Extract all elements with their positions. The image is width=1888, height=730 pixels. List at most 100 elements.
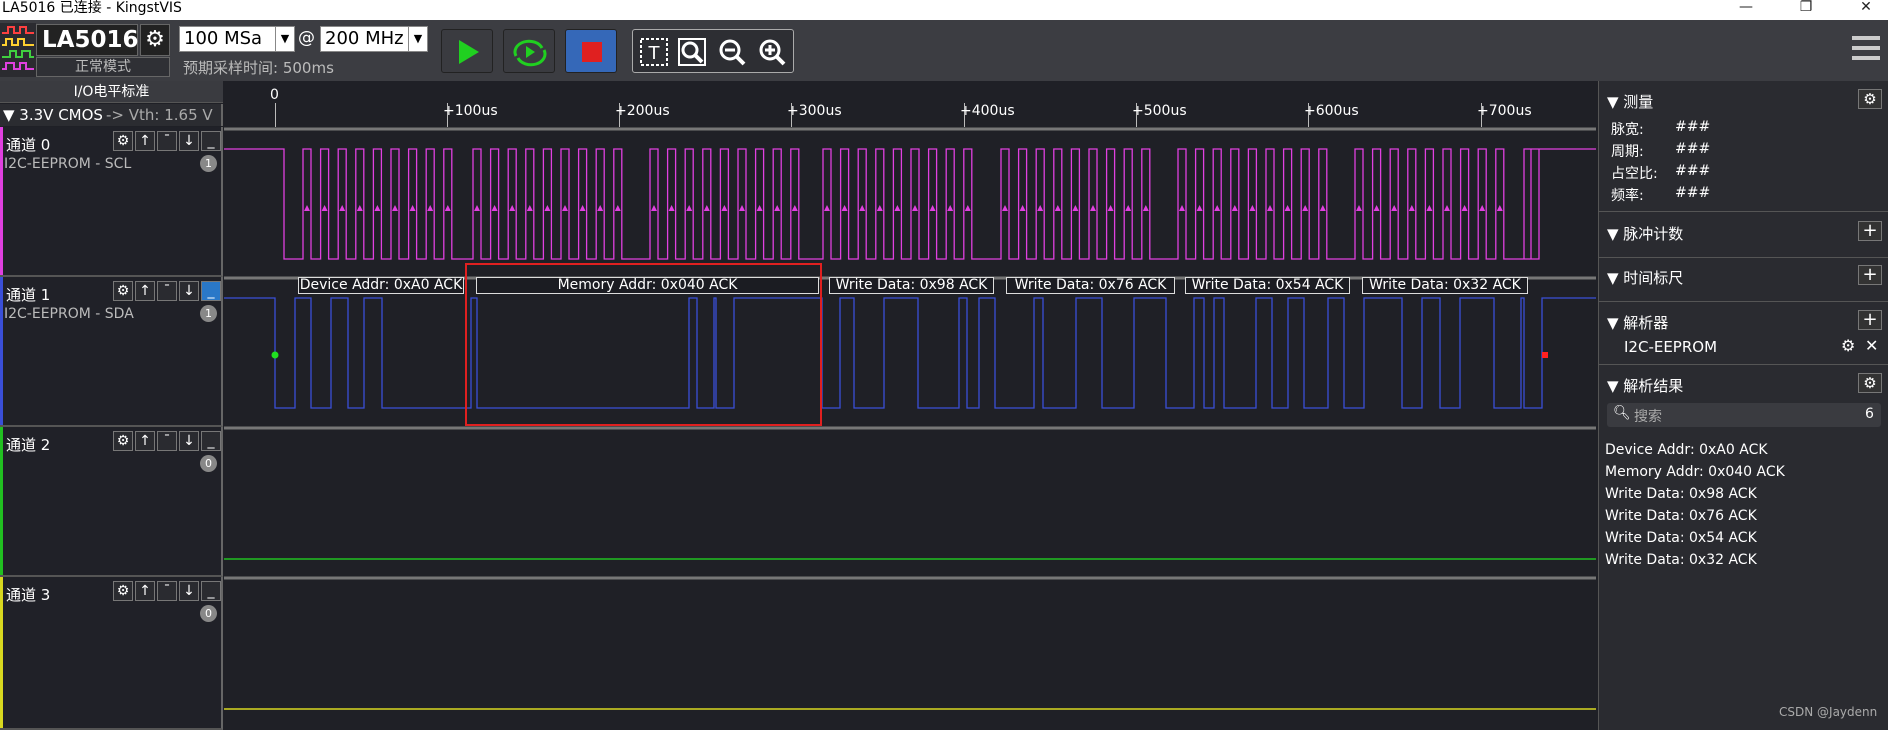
zoom-in-icon[interactable] — [757, 37, 787, 67]
result-item[interactable]: Device Addr: 0xA0 ACK — [1605, 442, 1768, 458]
result-item[interactable]: Write Data: 0x76 ACK — [1605, 508, 1757, 524]
channel-1-panel[interactable]: 通道 1 I2C-EEPROM - SDA ⚙ ↑ ¯ ↓ _ 1 — [0, 277, 223, 427]
ruler-zero: 0 — [270, 87, 279, 103]
add-time-ruler-button[interactable]: + — [1858, 265, 1882, 285]
rising-edge-trigger-icon[interactable]: ↑ — [135, 281, 155, 301]
device-mode: 正常模式 — [36, 57, 170, 77]
result-item[interactable]: Memory Addr: 0x040 ACK — [1605, 464, 1785, 480]
chevron-down-icon: ▼ — [275, 27, 294, 51]
restore-button[interactable]: ❐ — [1786, 0, 1826, 18]
right-panel: ▼ 测量 ⚙ 脉宽: ### 周期: ### 占空比: ### 频率: ### … — [1598, 81, 1888, 730]
high-level-trigger-icon[interactable]: ¯ — [157, 131, 177, 151]
results-section-title[interactable]: ▼ 解析结果 — [1607, 375, 1683, 396]
zoom-out-icon[interactable] — [717, 37, 747, 67]
decode-label[interactable]: Memory Addr: 0x040 ACK — [476, 277, 819, 294]
title-bar: LA5016 已连接 - KingstVIS — ❐ ✕ — [0, 0, 1888, 20]
falling-edge-trigger-icon[interactable]: ↓ — [179, 431, 199, 451]
close-button[interactable]: ✕ — [1846, 0, 1886, 18]
sample-time-label: 预期采样时间: 500ms — [183, 59, 334, 77]
channel-badge: 1 — [200, 155, 217, 172]
low-level-trigger-icon[interactable]: _ — [201, 281, 221, 301]
result-item[interactable]: Write Data: 0x98 ACK — [1605, 486, 1757, 502]
falling-edge-trigger-icon[interactable]: ↓ — [179, 281, 199, 301]
analyzer-section-title[interactable]: ▼ 解析器 — [1607, 312, 1668, 333]
sample-rate-select[interactable]: 200 MHz ▼ — [320, 26, 428, 52]
window-title: LA5016 已连接 - KingstVIS — [2, 0, 182, 16]
channel-name: 通道 2 — [6, 436, 51, 454]
channel-settings-gear-icon[interactable]: ⚙ — [113, 431, 133, 451]
analyzer-settings-gear-icon[interactable]: ⚙ — [1841, 336, 1855, 355]
loop-start-button[interactable] — [503, 29, 555, 73]
pulse-count-section-title[interactable]: ▼ 脉冲计数 — [1607, 223, 1683, 244]
channel-0-panel[interactable]: 通道 0 I2C-EEPROM - SCL ⚙ ↑ ¯ ↓ _ 1 — [0, 127, 223, 277]
ruler-tick: +300us — [787, 103, 842, 119]
ruler-tick: +400us — [960, 103, 1015, 119]
zoom-area-icon[interactable] — [677, 37, 707, 67]
measure-value: ### — [1675, 163, 1711, 179]
channel-protocol: I2C-EEPROM - SCL — [4, 156, 132, 172]
ruler-tick: +100us — [443, 103, 498, 119]
device-name: LA5016 — [36, 24, 138, 56]
decode-label[interactable]: Write Data: 0x54 ACK — [1185, 277, 1350, 294]
result-item[interactable]: Write Data: 0x54 ACK — [1605, 530, 1757, 546]
play-icon — [459, 40, 479, 64]
channel-settings-gear-icon[interactable]: ⚙ — [113, 131, 133, 151]
channel-settings-gear-icon[interactable]: ⚙ — [113, 281, 133, 301]
ruler-tick: +600us — [1304, 103, 1359, 119]
result-item[interactable]: Write Data: 0x32 ACK — [1605, 552, 1757, 568]
measure-value: ### — [1675, 141, 1711, 157]
rising-edge-trigger-icon[interactable]: ↑ — [135, 131, 155, 151]
stop-button[interactable] — [565, 29, 617, 73]
waveform-area[interactable] — [224, 127, 1596, 730]
low-level-trigger-icon[interactable]: _ — [201, 131, 221, 151]
measure-section-title[interactable]: ▼ 测量 — [1607, 91, 1653, 112]
end-marker — [1542, 352, 1548, 358]
chevron-down-icon: ▼ — [408, 27, 427, 51]
ruler-tick: +700us — [1477, 103, 1532, 119]
start-button[interactable] — [441, 29, 493, 73]
decode-label[interactable]: Write Data: 0x32 ACK — [1362, 277, 1528, 294]
high-level-trigger-icon[interactable]: ¯ — [157, 581, 177, 601]
io-standard-value: ▼ 3.3V CMOS — [3, 106, 103, 124]
low-level-trigger-icon[interactable]: _ — [201, 431, 221, 451]
vth-label: -> Vth: 1.65 V — [106, 106, 213, 124]
channel-settings-gear-icon[interactable]: ⚙ — [113, 581, 133, 601]
device-settings-gear-icon[interactable]: ⚙ — [140, 24, 170, 56]
high-level-trigger-icon[interactable]: ¯ — [157, 431, 177, 451]
results-settings-gear-icon[interactable]: ⚙ — [1858, 373, 1882, 393]
text-tool-icon[interactable]: T — [639, 37, 669, 67]
measure-label: 周期: — [1611, 144, 1644, 160]
add-pulse-count-button[interactable]: + — [1858, 221, 1882, 241]
decode-label[interactable]: Write Data: 0x98 ACK — [829, 277, 994, 294]
analyzer-item[interactable]: I2C-EEPROM — [1624, 338, 1717, 356]
minimize-button[interactable]: — — [1726, 0, 1766, 18]
channel-badge: 0 — [200, 605, 217, 622]
remove-analyzer-close-icon[interactable]: ✕ — [1865, 336, 1878, 355]
app-logo-icon — [0, 23, 36, 77]
search-input[interactable]: 搜索 — [1634, 406, 1662, 426]
channel-3-panel[interactable]: 通道 3 ⚙ ↑ ¯ ↓ _ 0 — [0, 577, 223, 730]
measure-settings-gear-icon[interactable]: ⚙ — [1858, 89, 1882, 109]
rising-edge-trigger-icon[interactable]: ↑ — [135, 431, 155, 451]
measure-value: ### — [1675, 185, 1711, 201]
falling-edge-trigger-icon[interactable]: ↓ — [179, 131, 199, 151]
low-level-trigger-icon[interactable]: _ — [201, 581, 221, 601]
rising-edge-trigger-icon[interactable]: ↑ — [135, 581, 155, 601]
start-marker — [271, 351, 279, 359]
menu-icon[interactable] — [1852, 34, 1880, 64]
decode-label[interactable]: Write Data: 0x76 ACK — [1006, 277, 1175, 294]
high-level-trigger-icon[interactable]: ¯ — [157, 281, 177, 301]
falling-edge-trigger-icon[interactable]: ↓ — [179, 581, 199, 601]
results-search-box[interactable]: 🔍︎ 搜索 6 — [1607, 403, 1881, 427]
time-ruler-section-title[interactable]: ▼ 时间标尺 — [1607, 267, 1683, 288]
measure-label: 频率: — [1611, 188, 1644, 204]
io-standard-select[interactable]: ▼ 3.3V CMOS -> Vth: 1.65 V — [0, 104, 223, 126]
channel-2-panel[interactable]: 通道 2 ⚙ ↑ ¯ ↓ _ 0 — [0, 427, 223, 577]
sample-depth-select[interactable]: 100 MSa ▼ — [179, 26, 295, 52]
time-ruler[interactable]: 0 +100us +200us +300us +400us +500us +60… — [224, 81, 1596, 127]
view-tools-group: T — [632, 29, 794, 73]
measure-label: 占空比: — [1611, 166, 1658, 182]
channel-name: 通道 3 — [6, 586, 51, 604]
add-analyzer-button[interactable]: + — [1858, 310, 1882, 330]
decode-label[interactable]: Device Addr: 0xA0 ACK — [298, 277, 464, 294]
